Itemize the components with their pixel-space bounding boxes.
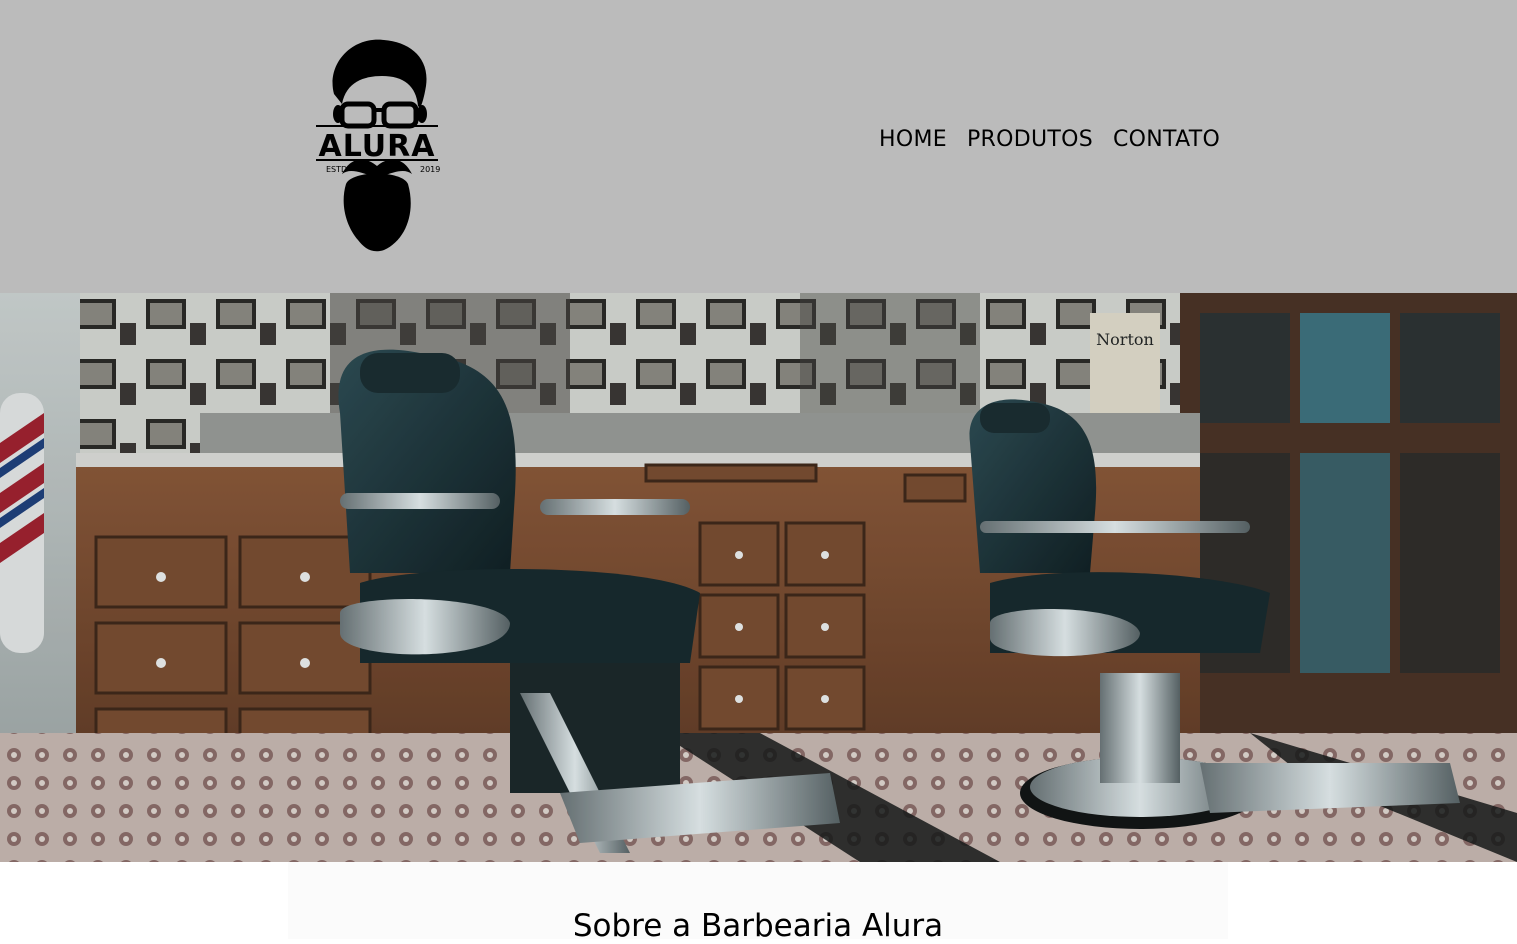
nav-home[interactable]: HOME bbox=[879, 126, 947, 154]
bearded-man-logo-icon: ALURA ESTD 2019 bbox=[316, 39, 440, 252]
about-section: Sobre a Barbearia Alura bbox=[288, 862, 1228, 944]
nav-produtos[interactable]: PRODUTOS bbox=[967, 126, 1093, 154]
svg-text:ESTD: ESTD bbox=[326, 165, 347, 174]
nav-contato[interactable]: CONTATO bbox=[1113, 126, 1220, 154]
site-header: ALURA ESTD 2019 HOME PRODUTOS CONTATO bbox=[0, 0, 1517, 293]
barbershop-photo: Norton bbox=[0, 293, 1517, 862]
main-nav: HOME PRODUTOS CONTATO bbox=[879, 126, 1220, 154]
svg-text:ALURA: ALURA bbox=[319, 129, 436, 164]
svg-text:2019: 2019 bbox=[420, 165, 440, 174]
alura-logo[interactable]: ALURA ESTD 2019 bbox=[312, 34, 442, 256]
hero-banner: Norton bbox=[0, 293, 1517, 862]
